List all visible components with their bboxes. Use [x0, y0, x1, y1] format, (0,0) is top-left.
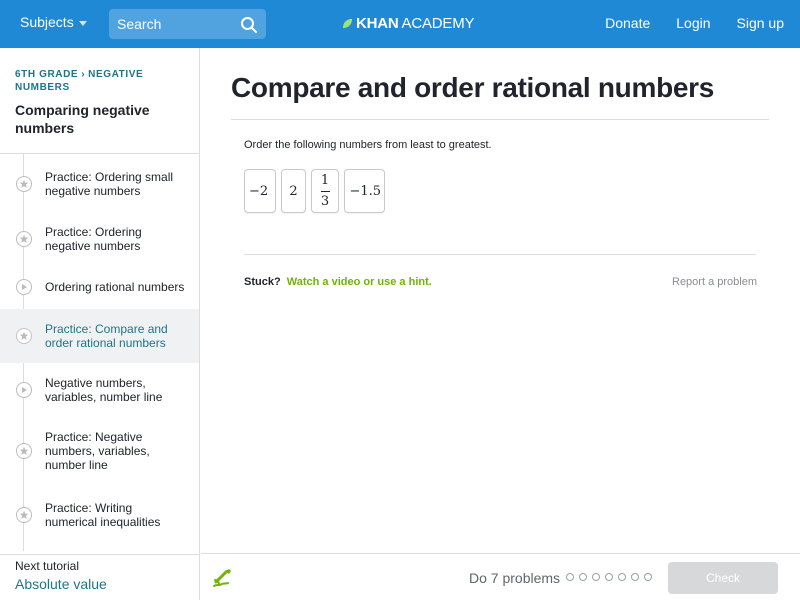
star-icon	[16, 443, 32, 459]
progress-dots	[566, 573, 652, 581]
sortable-tiles: −2 2 1 3 −1.5	[244, 169, 385, 213]
donate-link[interactable]: Donate	[605, 15, 650, 31]
leaf-icon	[342, 18, 353, 29]
stuck-label: Stuck?	[244, 276, 281, 288]
sidebar-item-label: Ordering rational numbers	[45, 280, 185, 294]
next-tutorial: Next tutorial Absolute value	[0, 554, 199, 600]
star-icon	[16, 231, 32, 247]
sidebar: 6TH GRADE › NEGATIVE NUMBERS Comparing nega…	[0, 48, 200, 600]
khan-academy-logo[interactable]: KHAN ACADEMY	[342, 15, 475, 32]
exercise-footer: Do 7 problems Check	[201, 553, 800, 600]
report-problem-link[interactable]: Report a problem	[672, 276, 757, 288]
tile-value: 2	[289, 183, 298, 199]
scratchpad-icon[interactable]	[212, 568, 234, 588]
chevron-right-icon: ›	[81, 69, 86, 80]
play-icon	[16, 279, 32, 295]
sortable-tile[interactable]: 2	[281, 169, 306, 213]
sidebar-item-compare-order-rational[interactable]: Practice: Compare and order rational num…	[0, 309, 199, 363]
caret-down-icon	[78, 20, 87, 26]
tile-fraction: 1 3	[320, 172, 330, 209]
breadcrumb: 6TH GRADE › NEGATIVE NUMBERS	[15, 68, 184, 94]
sidebar-title[interactable]: Comparing negative numbers	[15, 101, 184, 137]
sidebar-item-label: Practice: Ordering negative numbers	[45, 225, 142, 253]
check-button[interactable]: Check	[668, 562, 778, 594]
sidebar-item-label: Practice: Ordering small negative number…	[45, 169, 174, 198]
fraction-bar	[320, 190, 330, 192]
logo-academy: ACADEMY	[401, 15, 475, 32]
sidebar-item-ordering-small-negative[interactable]: Practice: Ordering small negative number…	[0, 154, 199, 213]
progress-dot	[644, 573, 652, 581]
tile-value: −1.5	[349, 183, 380, 199]
sortable-tile[interactable]: 1 3	[311, 169, 339, 213]
search-box	[109, 9, 266, 39]
breadcrumb-topic-line2: NUMBERS	[15, 82, 70, 93]
search-input[interactable]	[109, 9, 234, 39]
divider	[244, 254, 756, 255]
page-title: Compare and order rational numbers	[231, 72, 715, 103]
signup-link[interactable]: Sign up	[737, 15, 784, 31]
nav-actions: Donate Login Sign up	[605, 15, 784, 31]
subjects-menu[interactable]: Subjects	[20, 14, 87, 30]
sidebar-item-negative-variables-number-line[interactable]: Negative numbers, variables, number line	[0, 363, 199, 417]
divider	[231, 119, 769, 120]
sidebar-item-label: Practice: Negative numbers, variables, n…	[45, 430, 150, 472]
progress-dot	[592, 573, 600, 581]
sidebar-header: 6TH GRADE › NEGATIVE NUMBERS Comparing nega…	[0, 48, 199, 154]
progress-dot	[579, 573, 587, 581]
hint-link[interactable]: Watch a video or use a hint.	[287, 276, 432, 288]
fraction-denominator: 3	[320, 193, 330, 209]
sidebar-item-ordering-rational[interactable]: Ordering rational numbers	[0, 265, 199, 309]
tile-value: −2	[249, 183, 269, 199]
progress-dot	[566, 573, 574, 581]
help-row: Stuck? Watch a video or use a hint.	[244, 276, 432, 288]
question-prompt: Order the following numbers from least t…	[244, 139, 492, 151]
sortable-tile[interactable]: −2	[244, 169, 276, 213]
star-icon	[16, 507, 32, 523]
fraction-numerator: 1	[320, 172, 330, 188]
sidebar-item-ordering-negative[interactable]: Practice: Ordering negative numbers	[0, 213, 199, 265]
problem-count-label: Do 7 problems	[469, 570, 561, 586]
breadcrumb-grade[interactable]: 6TH GRADE	[15, 69, 78, 80]
logo-khan: KHAN	[356, 15, 399, 32]
breadcrumb-topic-line1: NEGATIVE	[88, 69, 144, 80]
star-icon	[16, 328, 32, 344]
play-icon	[16, 382, 32, 398]
sidebar-item-practice-negative-variables[interactable]: Practice: Negative numbers, variables, n…	[0, 417, 199, 485]
subjects-label: Subjects	[20, 14, 74, 30]
next-tutorial-link[interactable]: Absolute value	[15, 575, 184, 593]
sidebar-item-label: Negative numbers, variables, number line	[45, 376, 163, 404]
sidebar-item-label: Practice: Compare and order rational num…	[45, 322, 168, 350]
star-icon	[16, 175, 32, 192]
search-icon[interactable]	[240, 16, 258, 34]
progress-dot	[605, 573, 613, 581]
progress-dot	[618, 573, 626, 581]
sortable-tile[interactable]: −1.5	[344, 169, 385, 213]
top-nav: Subjects KHANACADEMY Donate Login Sign u…	[0, 0, 800, 48]
sidebar-item-writing-inequalities[interactable]: Practice: Writing numerical inequalities	[0, 485, 199, 545]
login-link[interactable]: Login	[676, 15, 710, 31]
sidebar-list: Practice: Ordering small negative number…	[0, 154, 199, 551]
next-tutorial-label: Next tutorial	[15, 559, 80, 573]
progress-dot	[631, 573, 639, 581]
sidebar-item-label: Practice: Writing numerical inequalities	[45, 501, 161, 529]
exercise-area: Compare and order rational numbers Order…	[201, 48, 800, 553]
